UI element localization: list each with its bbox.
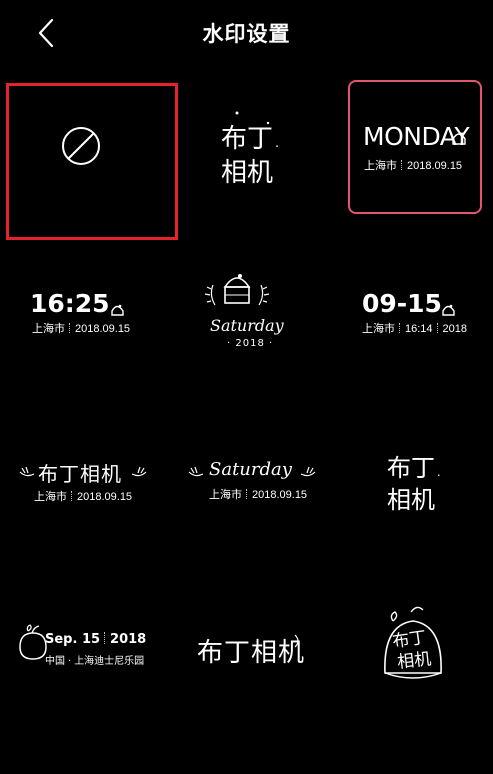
watermark-day: Saturday <box>209 459 292 480</box>
watermark-brand-line2: 相机 <box>387 486 435 514</box>
watermark-budding-vertical-2[interactable]: 布丁. 相机 <box>335 410 493 574</box>
watermark-location: 中国 · 上海迪士尼乐园 <box>45 656 145 667</box>
header-bar: 水印设置 <box>0 0 493 64</box>
watermark-saturday-badge[interactable]: Saturday · 2018 · <box>165 245 329 409</box>
watermark-date: 2018.09.15 <box>75 323 131 335</box>
watermark-saturday-laurel[interactable]: Saturday 上海市 2018.09.15 <box>165 410 329 574</box>
watermark-date: Sep. 15 <box>45 632 101 647</box>
watermark-location-date: 上海市 2018.09.15 <box>32 320 130 336</box>
page-title: 水印设置 <box>202 22 291 46</box>
watermark-year: 2018 <box>110 632 147 647</box>
flourish-icon <box>294 634 299 648</box>
watermark-country: 中国 <box>45 656 65 667</box>
watermark-budding-vertical[interactable]: 布丁. 相机 <box>165 80 329 244</box>
watermark-location-date: 上海市 2018.09.15 <box>364 157 462 173</box>
watermark-city: 上海市 <box>364 160 397 172</box>
watermark-date-time[interactable]: 09-15 上海市 16:14 2018 <box>335 245 493 409</box>
watermark-city: 上海市 <box>362 323 395 335</box>
watermark-time[interactable]: 16:25 上海市 2018.09.15 <box>10 245 174 409</box>
watermark-city: 上海市 <box>209 489 242 501</box>
watermark-day: Saturday <box>210 316 284 335</box>
watermark-brand-line2: 相机 <box>221 158 274 188</box>
watermark-pudding-badge[interactable]: 布丁 相机 <box>335 575 493 739</box>
watermark-place: 上海迪士尼乐园 <box>74 656 145 667</box>
watermark-location-time: 上海市 16:14 2018 <box>362 320 467 336</box>
watermark-brand-line2: 相机 <box>396 649 433 673</box>
watermark-city: 上海市 <box>34 491 67 503</box>
watermark-location-date: 上海市 2018.09.15 <box>209 486 307 502</box>
watermark-date: 2018.09.15 <box>252 489 308 501</box>
watermark-brand-line1: 布丁. <box>221 124 282 154</box>
watermark-brand-horizontal[interactable]: 布丁相机 上海市 2018.09.15 <box>10 410 174 574</box>
watermark-year: · 2018 · <box>227 338 274 349</box>
watermark-brand-script[interactable]: 布丁相机 <box>165 575 329 739</box>
watermark-date-line: Sep. 15 2018 <box>45 632 146 647</box>
watermark-brand: 布丁相机 <box>38 462 122 486</box>
watermark-year: 2018 <box>442 323 468 335</box>
watermark-monday[interactable]: MONDAY 上海市 2018.09.15 <box>335 80 493 244</box>
watermark-date: 2018.09.15 <box>407 160 463 172</box>
watermark-none[interactable] <box>10 80 174 244</box>
watermark-date: 2018.09.15 <box>77 491 133 503</box>
watermark-time: 16:14 <box>405 323 433 335</box>
watermark-location-date: 上海市 2018.09.15 <box>34 488 132 504</box>
no-watermark-icon <box>62 127 100 165</box>
watermark-city: 上海市 <box>32 323 65 335</box>
watermark-disney[interactable]: Sep. 15 2018 中国 · 上海迪士尼乐园 <box>10 575 174 739</box>
watermark-brand-line1: 布丁. <box>387 454 443 482</box>
